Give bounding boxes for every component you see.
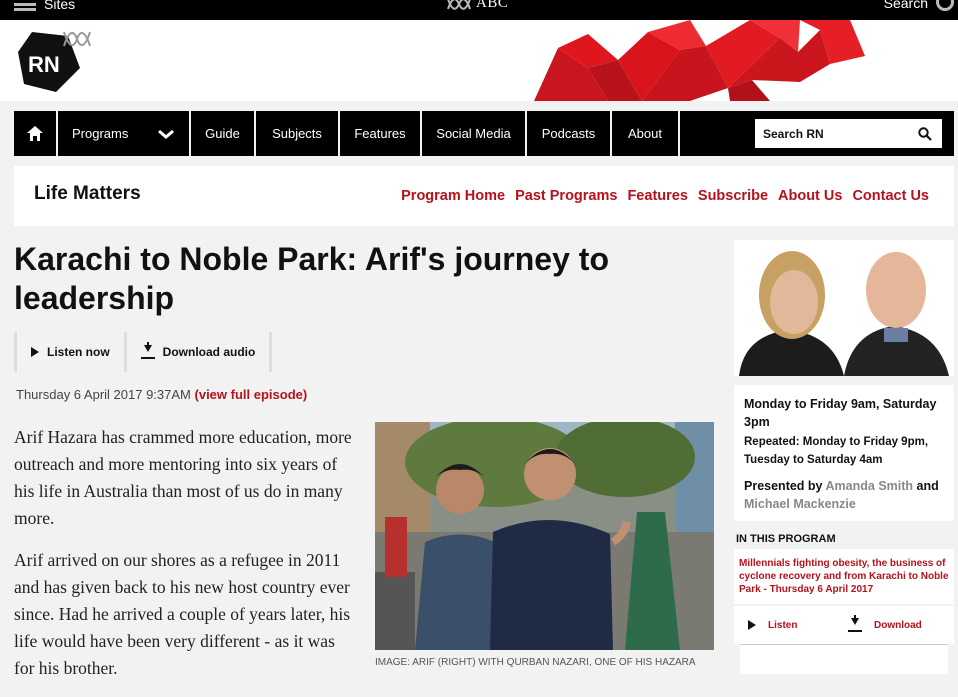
photo-caption: IMAGE: ARIF (RIGHT) WITH QURBAN NAZARI, … [375, 657, 696, 668]
episode-download-button[interactable]: Download [848, 615, 948, 632]
episode-listen-button[interactable]: Listen [748, 620, 848, 631]
broadcast-schedule: Monday to Friday 9am, Saturday 3pm [744, 397, 937, 429]
sidebar-divider [740, 644, 948, 674]
download-icon [848, 615, 862, 632]
contact-us-link[interactable]: Contact Us [852, 188, 929, 204]
episode-link[interactable]: Millennials fighting obesity, the busine… [734, 549, 954, 604]
search-rn-input[interactable]: Search RN [755, 119, 942, 148]
nav-programs-label: Programs [72, 126, 129, 141]
abc-mini-logo-icon [63, 31, 91, 47]
program-home-link[interactable]: Program Home [401, 188, 505, 204]
rn-logo-text: RN [28, 52, 60, 77]
in-this-program-heading: IN THIS PROGRAM [736, 533, 836, 545]
download-audio-label: Download audio [162, 345, 256, 359]
home-button[interactable] [14, 111, 58, 156]
features-link[interactable]: Features [627, 188, 687, 204]
program-links: Program Home Past Programs Features Subs… [401, 188, 929, 204]
nav-guide[interactable]: Guide [191, 111, 256, 156]
sidebar: Monday to Friday 9am, Saturday 3pm Repea… [734, 240, 954, 674]
program-title[interactable]: Life Matters [34, 183, 141, 205]
episode-actions: Listen Download [734, 604, 954, 644]
presented-by-label: Presented by [744, 479, 823, 493]
play-icon [748, 620, 756, 630]
listen-now-button[interactable]: Listen now [14, 332, 124, 372]
download-icon [140, 342, 155, 359]
main-navigation: Programs Guide Subjects Features Social … [14, 111, 954, 156]
presenters-photo [734, 240, 954, 376]
article-photo[interactable] [375, 422, 714, 650]
article-date: Thursday 6 April 2017 9:37AM [16, 387, 191, 402]
nav-social-media[interactable]: Social Media [422, 111, 527, 156]
and-label: and [916, 479, 939, 493]
presenters-line: Presented by Amanda Smith and Michael Ma… [744, 477, 944, 513]
abc-logo[interactable]: ABC [446, 0, 508, 12]
repeat-schedule: Repeated: Monday to Friday 9pm, Tuesday … [744, 436, 929, 466]
article-dateline: Thursday 6 April 2017 9:37AM (view full … [16, 387, 307, 402]
search-icon[interactable] [918, 126, 932, 141]
presenter-link-michael-mackenzie[interactable]: Michael Mackenzie [744, 497, 856, 511]
article-headline: Karachi to Noble Park: Arif's journey to… [14, 241, 609, 316]
article-paragraph: Arif arrived on our shores as a refugee … [14, 550, 351, 678]
nav-podcasts[interactable]: Podcasts [527, 111, 612, 156]
view-full-episode-link[interactable]: (view full episode) [195, 387, 308, 402]
episode-listen-label: Listen [768, 619, 798, 631]
abc-label: ABC [476, 0, 509, 11]
episode-download-label: Download [874, 619, 922, 631]
subscribe-link[interactable]: Subscribe [698, 188, 768, 204]
chevron-down-icon[interactable] [157, 129, 175, 139]
audio-controls: Listen now Download audio [14, 332, 273, 372]
presenter-link-amanda-smith[interactable]: Amanda Smith [826, 479, 914, 493]
download-audio-button[interactable]: Download audio [123, 332, 273, 372]
global-topbar: Sites ABC Search [0, 0, 958, 20]
global-search-link[interactable]: Search [884, 0, 928, 11]
hamburger-icon[interactable] [14, 0, 36, 11]
nav-programs[interactable]: Programs [58, 111, 191, 156]
abc-lissajous-icon [447, 0, 471, 10]
program-header: Life Matters Program Home Past Programs … [14, 166, 954, 226]
schedule-card: Monday to Friday 9am, Saturday 3pm Repea… [734, 381, 954, 521]
sites-menu[interactable]: Sites [14, 0, 75, 12]
article-paragraph: Arif Hazara has crammed more education, … [14, 427, 352, 528]
past-programs-link[interactable]: Past Programs [515, 188, 617, 204]
nav-subjects[interactable]: Subjects [256, 111, 340, 156]
home-icon [27, 126, 43, 141]
sites-label[interactable]: Sites [44, 0, 75, 12]
search-rn-placeholder: Search RN [763, 126, 824, 141]
listen-now-label: Listen now [47, 345, 110, 359]
brand-banner: RN [0, 20, 958, 101]
nav-about[interactable]: About [612, 111, 680, 156]
red-geometric-banner-art [534, 20, 865, 101]
play-icon [31, 347, 39, 357]
about-us-link[interactable]: About Us [778, 188, 842, 204]
article-body: Arif Hazara has crammed more education, … [14, 424, 359, 697]
nav-features[interactable]: Features [340, 111, 422, 156]
search-icon[interactable] [936, 0, 954, 11]
